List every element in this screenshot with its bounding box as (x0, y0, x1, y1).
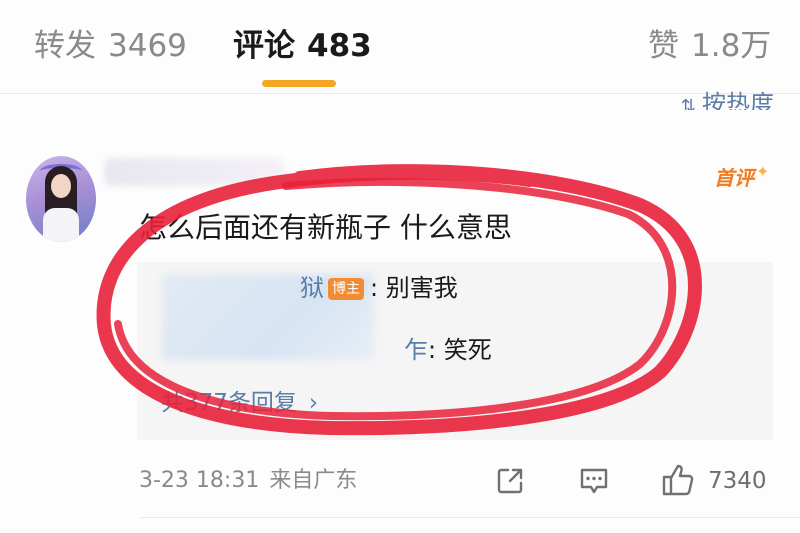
avatar[interactable] (26, 156, 96, 242)
chevron-right-icon: › (308, 390, 319, 416)
like-count: 7340 (708, 468, 767, 494)
tab-comments-count: 483 (307, 28, 372, 64)
sort-label: 按热度 (702, 90, 774, 110)
like-button[interactable] (660, 462, 696, 498)
avatar-face (51, 174, 71, 198)
first-comment-label: 首评 (714, 166, 754, 190)
reply-author-name[interactable]: 乍 (404, 336, 428, 364)
view-replies-label: 共377条回复 (161, 390, 297, 416)
sort-by-hot-button[interactable]: ⇅ 按热度 (681, 84, 774, 110)
reply-text: : 别害我 (370, 274, 458, 302)
reply-text: : 笑死 (428, 336, 492, 364)
timestamp: 3-23 18:31 (139, 468, 260, 493)
tab-reposts-label: 转发 (34, 28, 96, 64)
reply-item: 乍: 笑死 (404, 332, 492, 368)
avatar-shirt (43, 208, 79, 242)
tab-likes-label: 赞 (648, 28, 679, 64)
tab-comments-label: 评论 (233, 28, 295, 64)
sort-icon: ⇅ (680, 96, 696, 110)
reply-item: 狱博主 : 别害我 (300, 270, 458, 306)
tab-comments[interactable]: 评论 483 (233, 24, 372, 68)
sparkle-icon: ✦ (756, 162, 770, 181)
tab-likes-count: 1.8万 (691, 28, 772, 64)
active-tab-indicator (262, 80, 336, 87)
tab-reposts-count: 3469 (108, 28, 187, 64)
first-comment-badge: 首评 ✦ (714, 162, 769, 191)
author-badge: 博主 (328, 278, 364, 300)
username-redacted[interactable] (104, 158, 284, 186)
comment-tabs: 转发 3469 评论 483 赞 1.8万 (0, 0, 800, 92)
divider (139, 517, 800, 518)
comment-icon (580, 468, 608, 494)
tab-likes[interactable]: 赞 1.8万 (648, 24, 771, 68)
comment-meta: 3-23 18:31 来自广东 (139, 464, 357, 498)
share-icon (497, 468, 523, 494)
share-button[interactable] (495, 466, 525, 496)
reply-author-name[interactable]: 狱 (300, 274, 324, 302)
reply-button[interactable] (578, 466, 610, 496)
view-all-replies-link[interactable]: 共377条回复 › (161, 386, 318, 420)
comment-text: 怎么后面还有新瓶子 什么意思 (139, 211, 512, 244)
tab-reposts[interactable]: 转发 3469 (34, 24, 187, 68)
location: 来自广东 (269, 468, 358, 493)
thumbs-up-icon (662, 464, 694, 496)
